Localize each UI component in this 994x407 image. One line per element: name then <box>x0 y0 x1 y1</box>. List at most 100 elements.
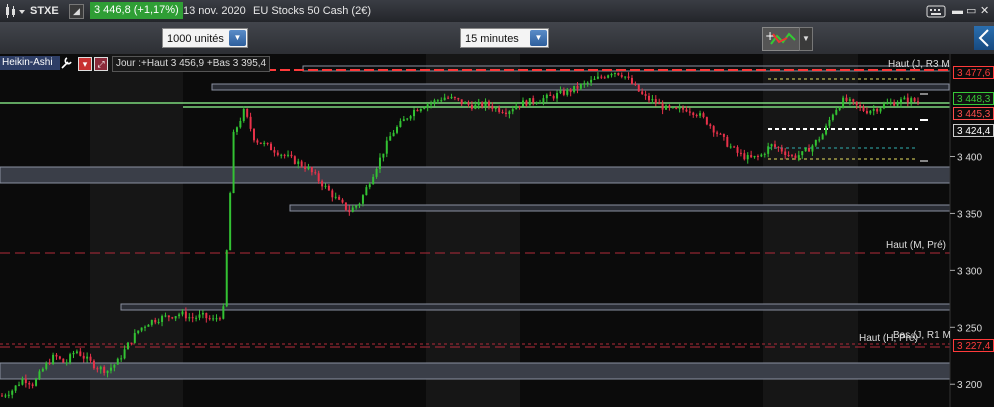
candle-body[interactable] <box>654 99 657 104</box>
candle-body[interactable] <box>290 154 293 157</box>
candle-body[interactable] <box>831 114 834 120</box>
candle-body[interactable] <box>154 319 157 323</box>
candle-body[interactable] <box>647 95 650 101</box>
candle-body[interactable] <box>644 94 647 96</box>
candle-body[interactable] <box>184 311 187 319</box>
candle-body[interactable] <box>828 119 831 126</box>
candle-body[interactable] <box>201 312 204 315</box>
candle-body[interactable] <box>232 131 235 194</box>
candle-body[interactable] <box>842 97 845 108</box>
candle-body[interactable] <box>58 356 61 359</box>
candle-body[interactable] <box>668 105 671 108</box>
candle-body[interactable] <box>433 100 436 103</box>
chevron-down-icon[interactable]: ▼ <box>530 30 547 46</box>
candle-body[interactable] <box>249 116 252 129</box>
candle-body[interactable] <box>661 103 664 110</box>
candle-body[interactable] <box>763 153 766 155</box>
candle-body[interactable] <box>586 82 589 84</box>
candle-body[interactable] <box>743 153 746 160</box>
candle-body[interactable] <box>630 77 633 84</box>
wrench-icon[interactable] <box>60 56 72 70</box>
candle-body[interactable] <box>62 358 65 363</box>
candle-body[interactable] <box>716 132 719 134</box>
candle-body[interactable] <box>886 102 889 105</box>
candle-body[interactable] <box>487 101 490 106</box>
zone[interactable] <box>289 204 951 212</box>
candle-body[interactable] <box>665 105 668 110</box>
candle-body[interactable] <box>287 154 290 156</box>
candle-body[interactable] <box>722 133 725 137</box>
candle-body[interactable] <box>511 109 514 112</box>
candle-body[interactable] <box>899 99 902 104</box>
dropdown-arrow-icon[interactable]: ◢ <box>69 4 84 19</box>
candle-body[interactable] <box>777 146 780 149</box>
candle-body[interactable] <box>634 83 637 85</box>
candle-body[interactable] <box>385 140 388 154</box>
candle-body[interactable] <box>627 76 630 78</box>
candle-body[interactable] <box>481 102 484 107</box>
candle-body[interactable] <box>361 195 364 204</box>
candle-body[interactable] <box>848 99 851 101</box>
candle-body[interactable] <box>804 147 807 152</box>
candle-body[interactable] <box>355 205 358 208</box>
candle-body[interactable] <box>89 356 92 361</box>
candle-body[interactable] <box>477 102 480 105</box>
chart-type-label[interactable]: Heikin-Ashi <box>0 56 60 70</box>
candle-body[interactable] <box>504 112 507 115</box>
candle-body[interactable] <box>562 90 565 95</box>
candle-body[interactable] <box>358 203 361 206</box>
candle-body[interactable] <box>38 371 41 380</box>
timeframe-select[interactable]: 15 minutes ▼ <box>460 28 549 48</box>
candle-body[interactable] <box>688 111 691 113</box>
candle-body[interactable] <box>195 317 198 319</box>
candle-body[interactable] <box>348 209 351 213</box>
candle-body[interactable] <box>147 324 150 327</box>
price-chart[interactable]: 3 200 3 250 3 300 3 350 3 400 <box>0 54 994 407</box>
candle-body[interactable] <box>460 99 463 105</box>
candle-body[interactable] <box>556 93 559 99</box>
candle-body[interactable] <box>596 76 599 79</box>
candle-body[interactable] <box>685 109 688 112</box>
candle-body[interactable] <box>215 318 218 320</box>
candle-body[interactable] <box>613 72 616 74</box>
candle-body[interactable] <box>31 384 34 386</box>
candle-body[interactable] <box>273 150 276 153</box>
candle-body[interactable] <box>651 99 654 101</box>
candle-body[interactable] <box>579 84 582 89</box>
candle-body[interactable] <box>7 394 10 396</box>
candle-body[interactable] <box>682 107 685 110</box>
candle-body[interactable] <box>549 94 552 96</box>
candle-body[interactable] <box>906 97 909 103</box>
candle-body[interactable] <box>780 148 783 152</box>
candle-body[interactable] <box>675 107 678 109</box>
side-panel-icon[interactable] <box>974 26 994 50</box>
candle-body[interactable] <box>879 108 882 112</box>
candle-body[interactable] <box>658 103 661 105</box>
candle-body[interactable] <box>542 98 545 103</box>
candle-body[interactable] <box>416 109 419 112</box>
candle-body[interactable] <box>116 358 119 365</box>
candle-body[interactable] <box>545 94 548 99</box>
candle-body[interactable] <box>4 395 7 397</box>
candle-body[interactable] <box>440 100 443 102</box>
candle-body[interactable] <box>171 317 174 319</box>
candle-body[interactable] <box>164 315 167 317</box>
expand-icon[interactable]: ⤢ <box>94 57 108 71</box>
candle-body[interactable] <box>198 314 201 318</box>
candle-body[interactable] <box>896 103 899 106</box>
candle-body[interactable] <box>566 89 569 95</box>
candle-body[interactable] <box>521 100 524 107</box>
candle-body[interactable] <box>389 136 392 141</box>
candle-body[interactable] <box>760 154 763 157</box>
candle-body[interactable] <box>120 358 123 360</box>
candle-body[interactable] <box>814 139 817 146</box>
zone[interactable] <box>0 166 951 184</box>
candle-body[interactable] <box>695 115 698 117</box>
candle-body[interactable] <box>399 121 402 127</box>
candle-body[interactable] <box>208 318 211 320</box>
candle-body[interactable] <box>41 368 44 372</box>
candle-body[interactable] <box>140 327 143 331</box>
candle-body[interactable] <box>869 110 872 114</box>
candle-body[interactable] <box>174 316 177 319</box>
candle-body[interactable] <box>181 311 184 315</box>
